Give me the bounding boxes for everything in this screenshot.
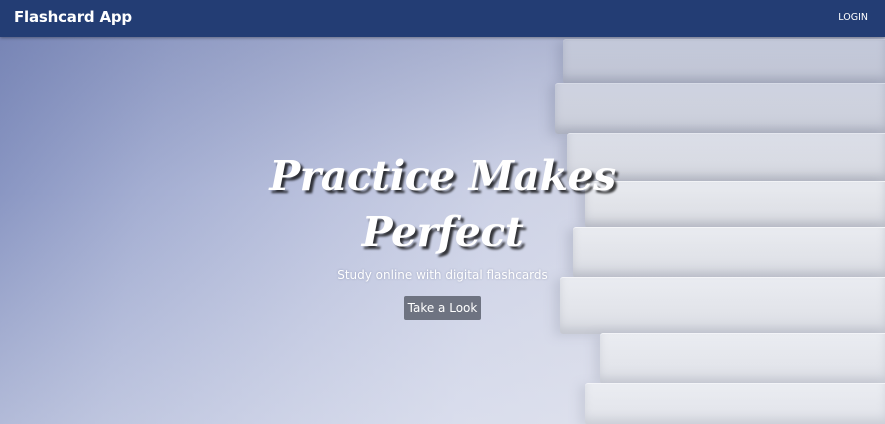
take-a-look-button[interactable]: Take a Look [404,296,481,320]
navbar: Flashcard App LOGIN [0,0,885,37]
hero-section: Practice Makes Perfect Study online with… [0,37,885,424]
hero-headline: Practice Makes Perfect [269,152,616,256]
hero-subheadline: Study online with digital flashcards [337,268,548,282]
login-link[interactable]: LOGIN [838,12,868,23]
brand-logo-link[interactable]: Flashcard App [14,8,132,26]
